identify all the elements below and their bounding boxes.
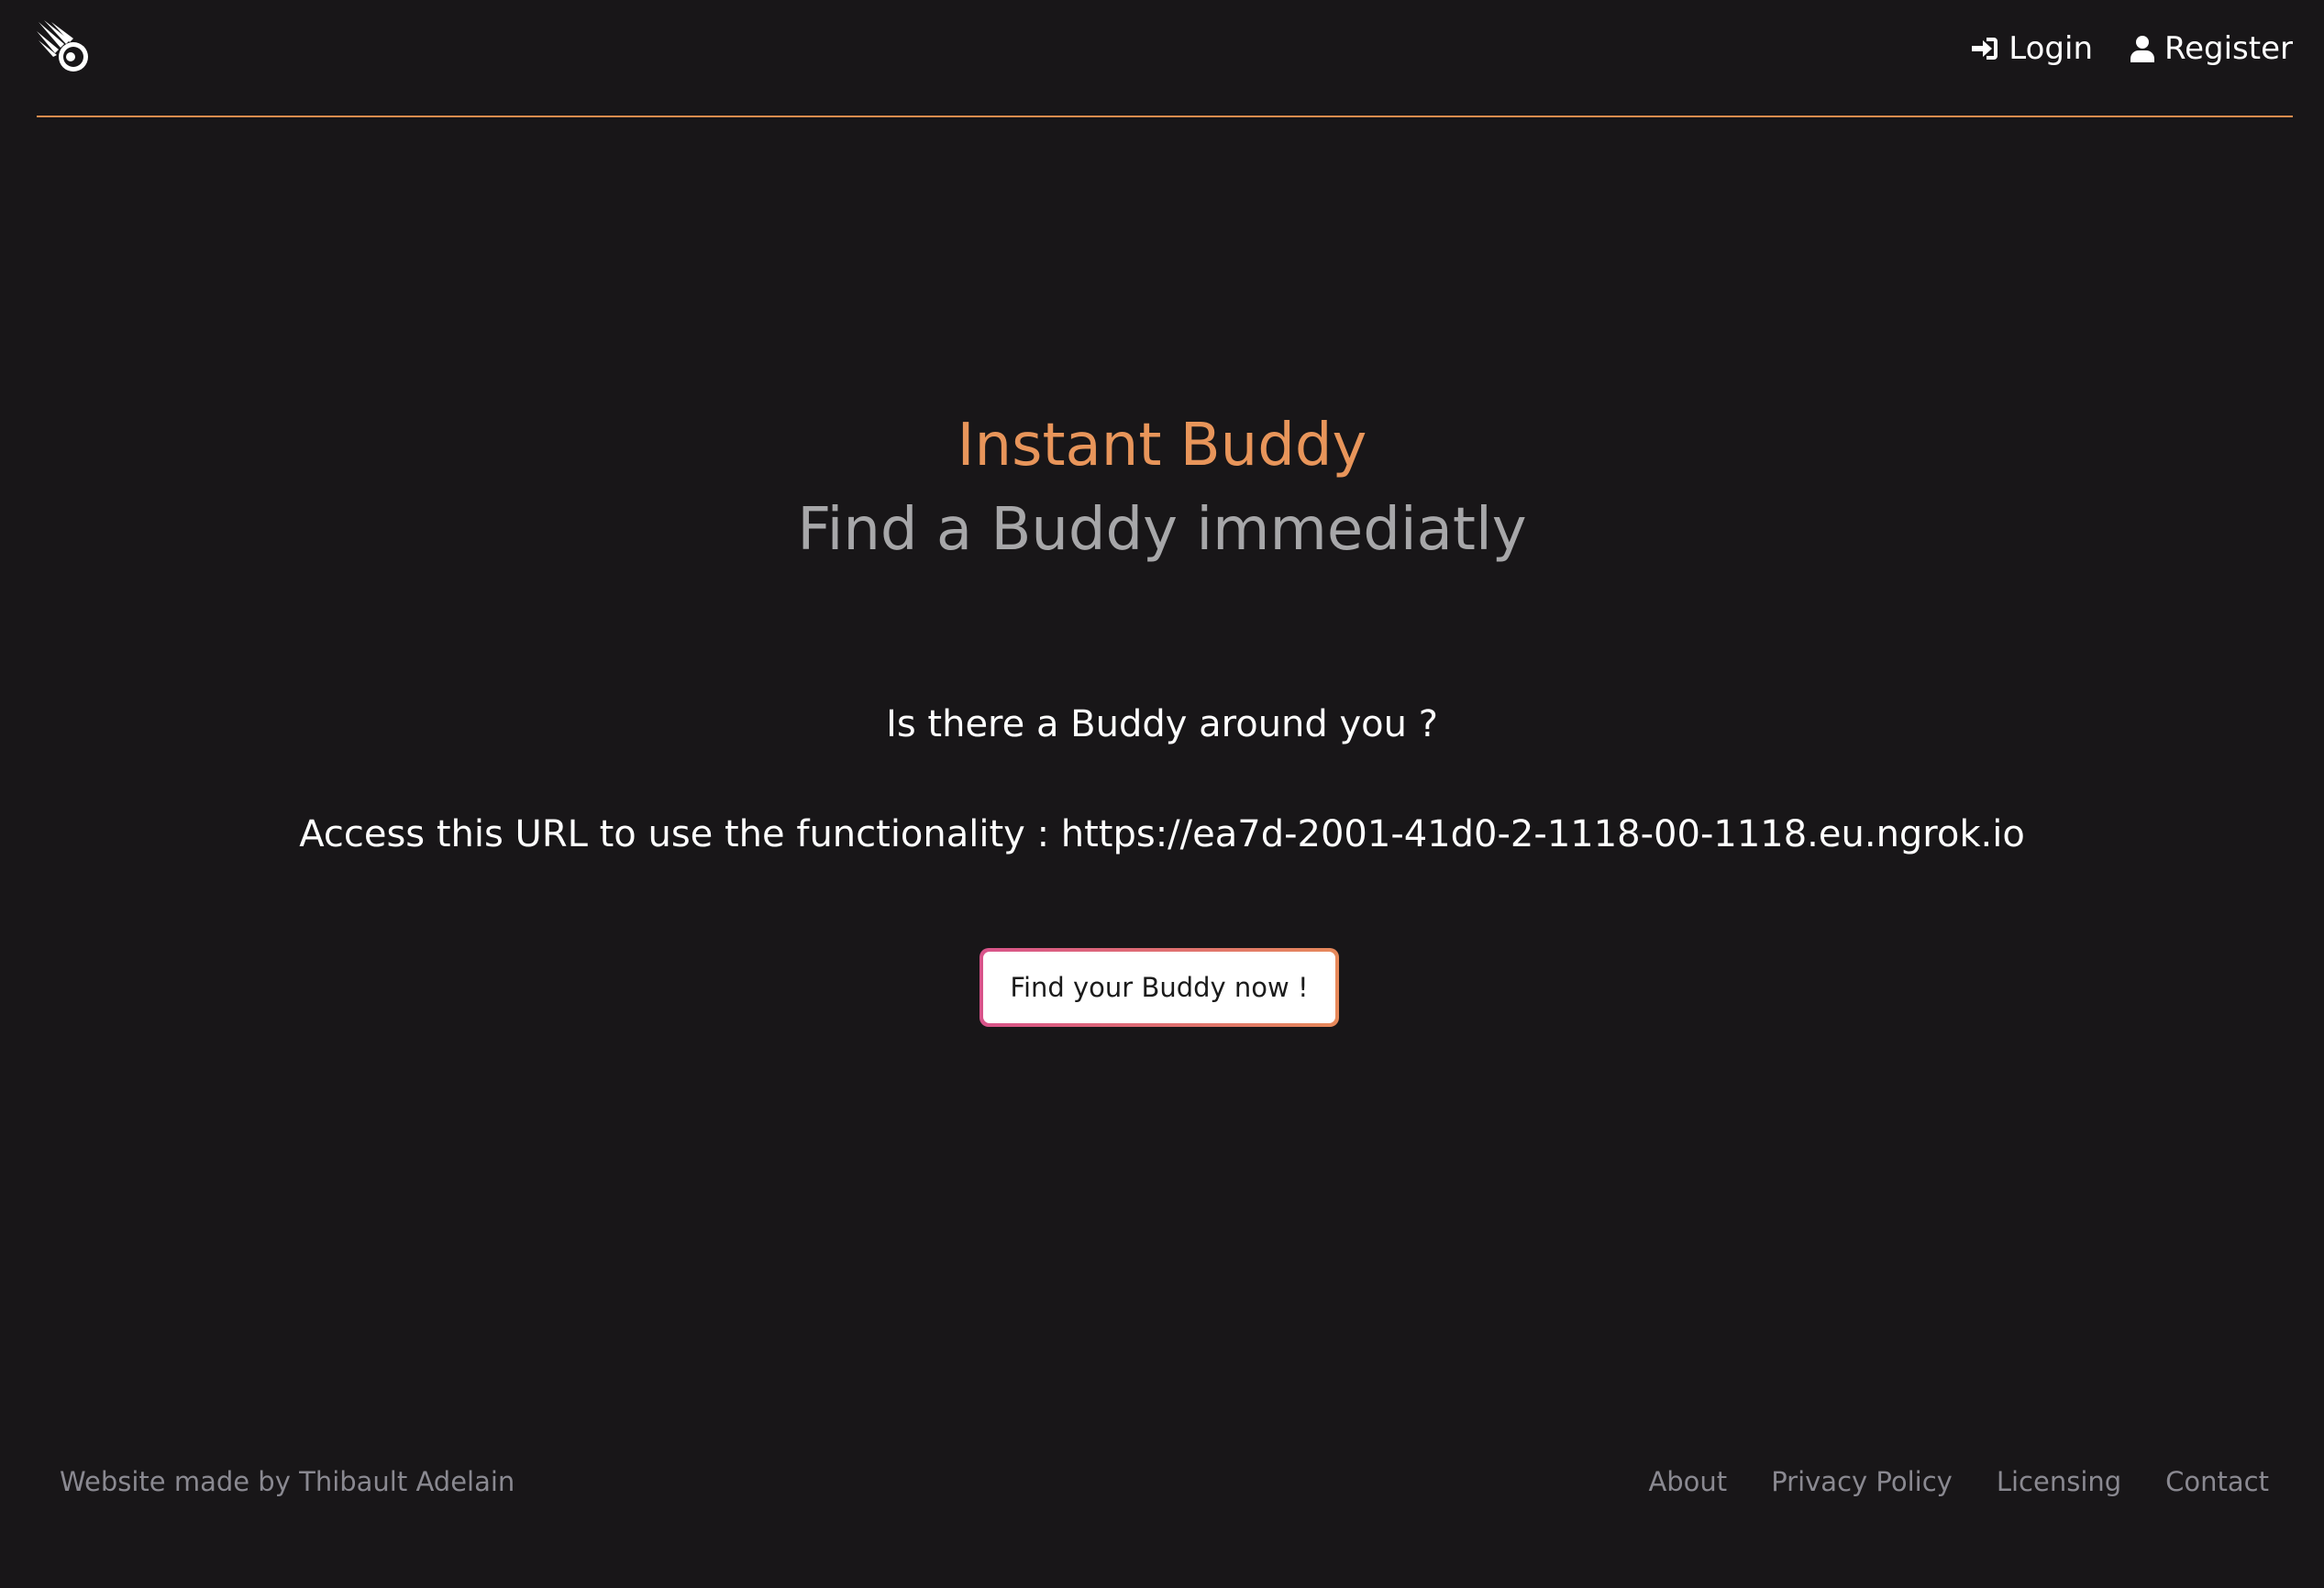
- footer-link-privacy-policy[interactable]: Privacy Policy: [1771, 1463, 1953, 1500]
- access-url-text: Access this URL to use the functionality…: [299, 813, 2025, 855]
- register-label: Register: [2164, 30, 2293, 67]
- page: Login Register Instant Buddy Find a Budd…: [0, 0, 2324, 1588]
- register-link[interactable]: Register: [2130, 30, 2293, 67]
- find-buddy-button-label: Find your Buddy now !: [983, 952, 1335, 1023]
- find-buddy-button[interactable]: Find your Buddy now !: [979, 948, 1339, 1027]
- login-label: Login: [2009, 30, 2094, 67]
- comet-logo-icon[interactable]: [37, 20, 95, 75]
- sign-in-icon: [1972, 38, 1998, 60]
- footer-link-contact[interactable]: Contact: [2165, 1463, 2269, 1500]
- page-subtitle: Find a Buddy immediatly: [797, 496, 1527, 564]
- question-text: Is there a Buddy around you ?: [886, 703, 1438, 745]
- header-nav: Login Register: [1933, 26, 2293, 72]
- footer-link-licensing[interactable]: Licensing: [1997, 1463, 2121, 1500]
- top-navbar: Login Register: [37, 0, 2293, 117]
- user-icon: [2130, 36, 2155, 62]
- footer-links: About Privacy Policy Licensing Contact: [1604, 1463, 2269, 1500]
- footer-link-about[interactable]: About: [1648, 1463, 1727, 1500]
- page-title: Instant Buddy: [957, 412, 1367, 480]
- hero-section: Instant Buddy Find a Buddy immediatly: [0, 403, 2324, 572]
- footer-credit: Website made by Thibault Adelain: [60, 1466, 515, 1497]
- login-link[interactable]: Login: [1970, 30, 2093, 67]
- cta-container: Find your Buddy now !: [0, 948, 2324, 1027]
